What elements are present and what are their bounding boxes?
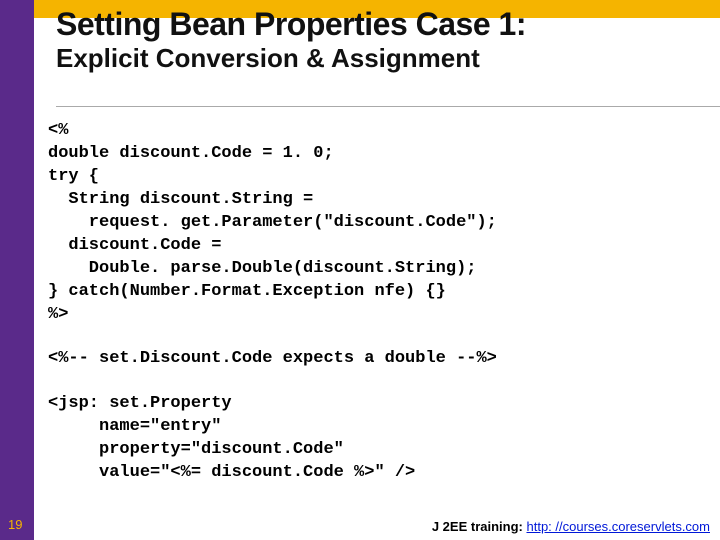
left-rail — [0, 0, 34, 540]
code-block-2: <%-- set.Discount.Code expects a double … — [48, 348, 704, 371]
footer-link[interactable]: http: //courses.coreservlets.com — [526, 519, 710, 534]
slide-body: <% double discount.Code = 1. 0; try { St… — [48, 120, 704, 508]
title-line-1: Setting Bean Properties Case 1: — [56, 8, 704, 42]
footer-label: J 2EE training: — [432, 519, 527, 534]
footer: J 2EE training: http: //courses.coreserv… — [432, 519, 710, 534]
slide-title: Setting Bean Properties Case 1: Explicit… — [56, 8, 704, 72]
title-underline — [56, 106, 720, 107]
code-block-3: <jsp: set.Property name="entry" property… — [48, 393, 704, 485]
title-line-2: Explicit Conversion & Assignment — [56, 44, 704, 73]
code-block-1: <% double discount.Code = 1. 0; try { St… — [48, 120, 704, 326]
page-number: 19 — [8, 517, 22, 532]
slide: Setting Bean Properties Case 1: Explicit… — [0, 0, 720, 540]
